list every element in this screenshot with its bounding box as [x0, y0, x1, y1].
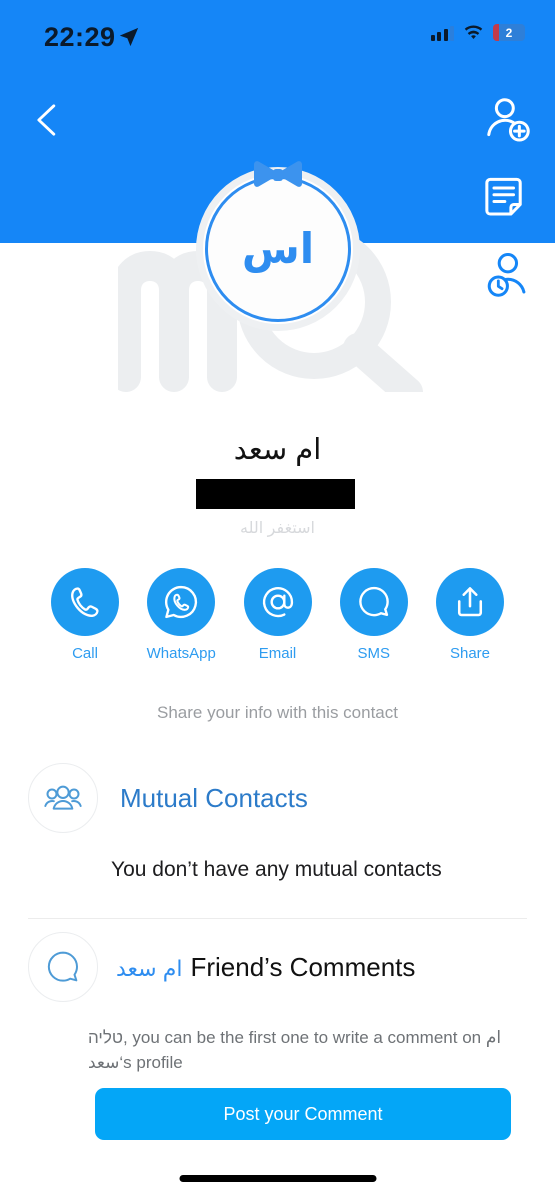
share-label: Share	[449, 645, 491, 662]
back-chevron-icon[interactable]	[28, 96, 68, 144]
phone-icon	[51, 568, 119, 636]
friends-comments-section-header[interactable]: ام سعد Friend’s Comments	[28, 932, 415, 1002]
whatsapp-label: WhatsApp	[146, 645, 216, 662]
group-people-icon	[28, 763, 98, 833]
contact-profile-screen: 22:29 2 اس ام سعد استغفر الله Call Whats…	[0, 0, 555, 1200]
friends-comments-title-row: ام سعد Friend’s Comments	[116, 952, 415, 983]
contact-subtitle: استغفر الله	[240, 520, 315, 537]
redacted-phone-number	[196, 479, 355, 509]
location-arrow-icon	[119, 27, 139, 47]
friends-comments-empty-text: טליה, you can be the first one to write …	[88, 1028, 502, 1072]
email-button[interactable]: Email	[238, 568, 318, 662]
bowtie-icon	[254, 161, 302, 187]
cellular-signal-icon	[430, 25, 454, 41]
mutual-contacts-title: Mutual Contacts	[120, 782, 308, 813]
mutual-contacts-empty-text: You don’t have any mutual contacts	[111, 858, 442, 881]
section-divider	[28, 918, 527, 919]
wifi-icon	[464, 24, 483, 39]
whatsapp-button[interactable]: WhatsApp	[141, 568, 221, 662]
contact-action-bar: Call WhatsApp Email SMS Share	[45, 568, 510, 662]
note-document-icon[interactable]	[481, 172, 533, 224]
call-button[interactable]: Call	[45, 568, 125, 662]
whatsapp-icon	[147, 568, 216, 636]
call-label: Call	[72, 645, 98, 662]
share-upload-icon	[436, 568, 504, 636]
at-sign-icon	[243, 568, 312, 636]
post-comment-button[interactable]: Post your Comment	[95, 1088, 511, 1140]
comments-contact-name: ام سعد	[116, 955, 183, 981]
add-person-icon[interactable]	[481, 93, 533, 145]
contact-name: ام سعد	[233, 434, 322, 466]
battery-indicator: 2	[493, 24, 525, 41]
email-label: Email	[258, 645, 297, 662]
person-history-icon[interactable]	[481, 248, 533, 300]
sms-label: SMS	[357, 645, 390, 662]
comment-bubble-icon	[28, 932, 98, 1002]
share-button[interactable]: Share	[430, 568, 510, 662]
status-bar: 22:29 2	[0, 0, 555, 62]
share-info-hint: Share your info with this contact	[157, 703, 398, 722]
status-bar-time: 22:29	[44, 22, 116, 52]
status-bar-indicators: 2	[430, 24, 525, 41]
home-indicator	[179, 1175, 376, 1182]
chat-bubble-icon	[339, 568, 408, 636]
friends-comments-title: Friend’s Comments	[190, 951, 416, 982]
avatar-inner-circle: اس	[205, 176, 351, 322]
sms-button[interactable]: SMS	[334, 568, 414, 662]
avatar-initials: اس	[241, 225, 315, 272]
mutual-contacts-section-header[interactable]: Mutual Contacts	[28, 763, 308, 833]
avatar[interactable]: اس	[196, 161, 360, 331]
